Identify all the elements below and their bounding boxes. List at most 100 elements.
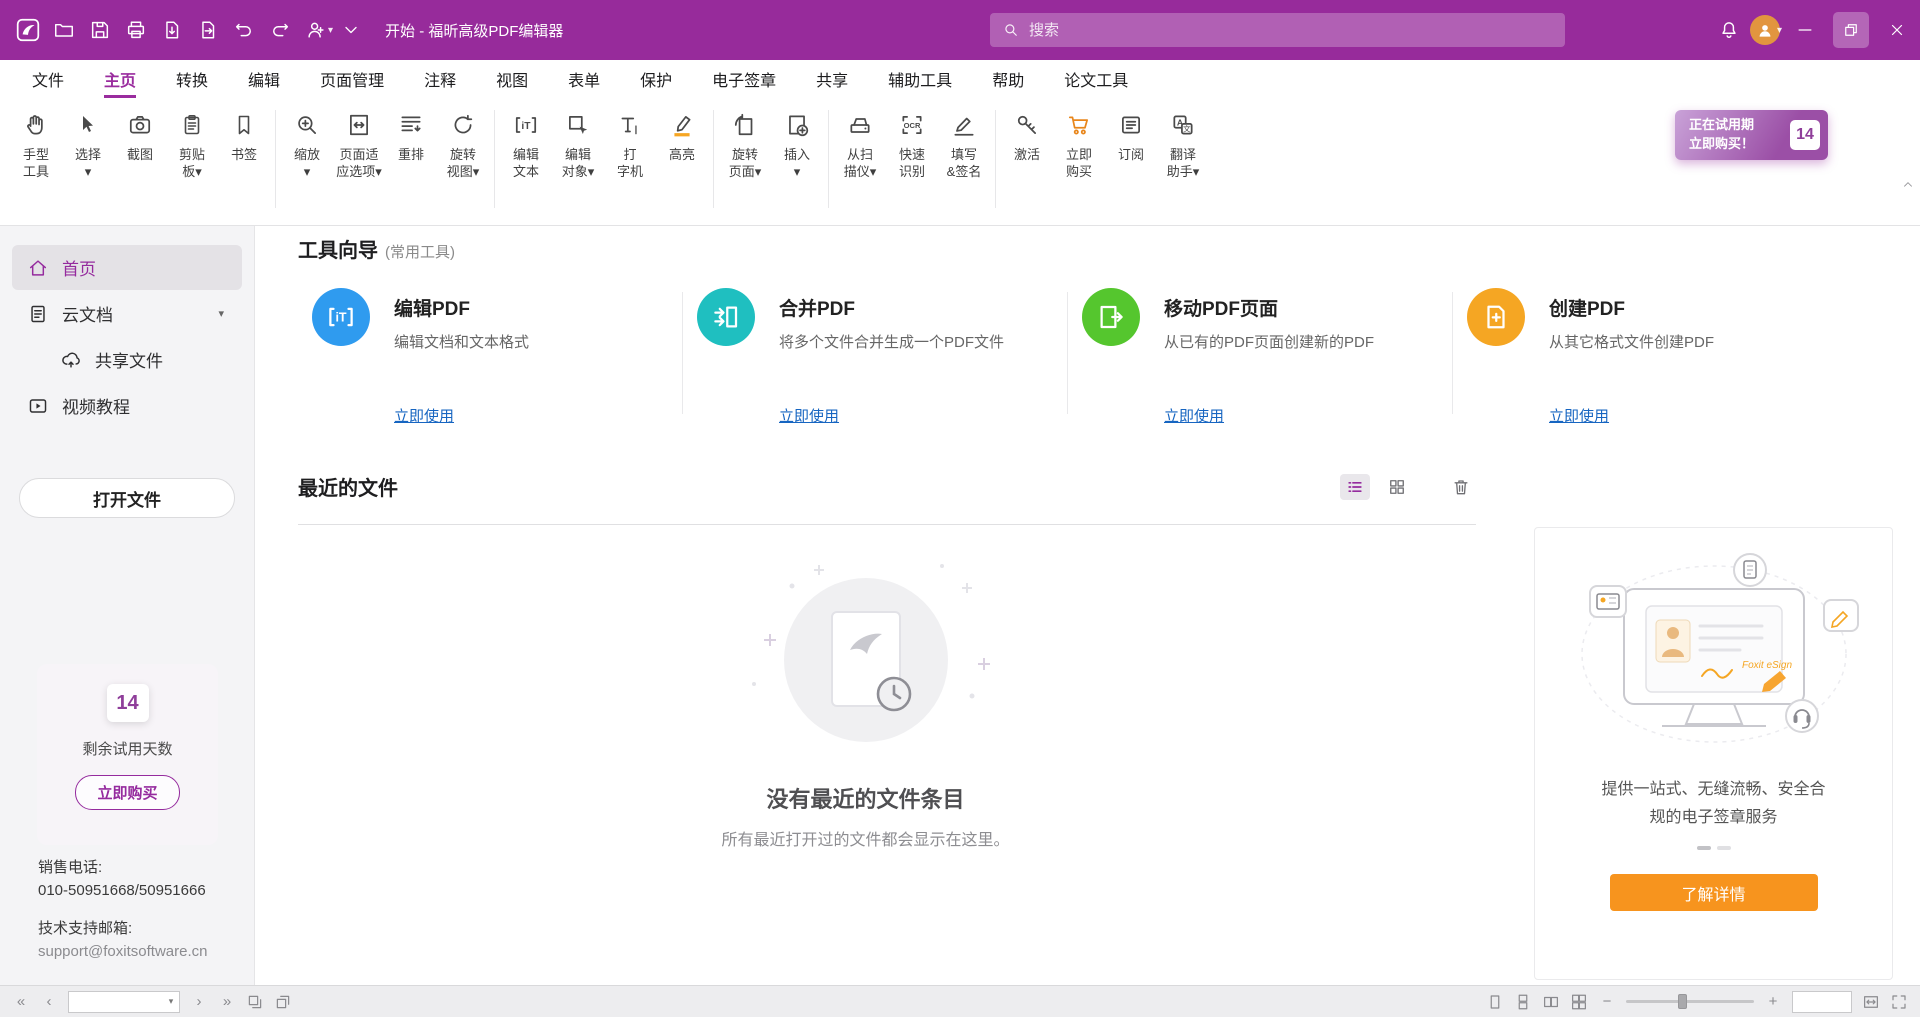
tab-esign[interactable]: 电子签章 — [692, 60, 796, 98]
learn-more-button[interactable]: 了解详情 — [1610, 874, 1818, 911]
next-page-icon[interactable]: › — [190, 993, 208, 1010]
save-icon[interactable] — [82, 12, 118, 48]
support-email-value[interactable]: support@foxitsoftware.cn — [38, 940, 207, 963]
grid-view-button[interactable] — [1382, 474, 1412, 500]
use-now-link[interactable]: 立即使用 — [779, 405, 839, 426]
zoom-in-icon[interactable]: + — [1764, 993, 1782, 1010]
tab-comment[interactable]: 注释 — [404, 60, 476, 98]
page-number-input[interactable] — [69, 994, 163, 1009]
maximize-button[interactable] — [1828, 0, 1874, 60]
list-view-button[interactable] — [1340, 474, 1370, 500]
from-scanner-button[interactable]: 从扫 描仪▾ — [834, 108, 886, 183]
clipboard-button[interactable]: 剪贴 板▾ — [166, 108, 218, 183]
highlight-button[interactable]: 高亮 — [656, 108, 708, 166]
tab-view[interactable]: 视图 — [476, 60, 548, 98]
translate-assistant-button[interactable]: A文 翻译 助手▾ — [1157, 108, 1209, 183]
tab-accessibility[interactable]: 辅助工具 — [868, 60, 972, 98]
tab-protect[interactable]: 保护 — [620, 60, 692, 98]
previous-page-icon[interactable]: ‹ — [40, 993, 58, 1010]
scroll-up-icon[interactable] — [1901, 178, 1915, 197]
tab-form[interactable]: 表单 — [548, 60, 620, 98]
reflow-button[interactable]: 重排 — [385, 108, 437, 166]
tab-paper-tools[interactable]: 论文工具 — [1044, 60, 1148, 98]
zoom-level-box[interactable] — [1792, 991, 1852, 1013]
share-doc-icon[interactable] — [190, 12, 226, 48]
search-input[interactable] — [1029, 22, 1553, 39]
print-icon[interactable] — [118, 12, 154, 48]
snapshot-button[interactable]: 截图 — [114, 108, 166, 166]
bookmark-button[interactable]: 书签 — [218, 108, 270, 166]
card-move-pdf-pages[interactable]: 移动PDF页面 从已有的PDF页面创建新的PDF 立即使用 — [1068, 288, 1452, 428]
open-file-icon[interactable] — [46, 12, 82, 48]
card-edit-pdf[interactable]: iT 编辑PDF 编辑文档和文本格式 立即使用 — [298, 288, 682, 428]
two-page-continuous-view-icon[interactable] — [1570, 993, 1588, 1011]
chevron-down-icon[interactable]: ▾ — [218, 307, 224, 320]
zoom-out-icon[interactable]: − — [1598, 993, 1616, 1010]
insert-pages-button[interactable]: 插入 ▾ — [771, 108, 823, 183]
ribbon-options-icon[interactable] — [333, 12, 369, 48]
tab-file[interactable]: 文件 — [12, 60, 84, 98]
minimize-button[interactable] — [1782, 0, 1828, 60]
carousel-dot-active[interactable] — [1697, 846, 1711, 850]
redo-icon[interactable] — [262, 12, 298, 48]
next-view-icon[interactable] — [274, 993, 292, 1011]
last-page-icon[interactable]: » — [218, 993, 236, 1010]
open-file-button[interactable]: 打开文件 — [19, 478, 235, 518]
use-now-link[interactable]: 立即使用 — [394, 405, 454, 426]
sidebar-item-video-tutorials[interactable]: 视频教程 — [12, 383, 242, 428]
first-page-icon[interactable]: « — [12, 993, 30, 1010]
search-box[interactable] — [990, 13, 1565, 47]
single-page-view-icon[interactable] — [1486, 993, 1504, 1011]
page-number-box[interactable]: ▾ — [68, 991, 180, 1013]
carousel-dots[interactable] — [1697, 846, 1731, 850]
sidebar-item-cloud-docs[interactable]: 云文档 ▾ — [12, 291, 242, 336]
ocr-button[interactable]: OCR 快速 识别 — [886, 108, 938, 183]
subscribe-button[interactable]: 订阅 — [1105, 108, 1157, 166]
fullscreen-icon[interactable] — [1890, 993, 1908, 1011]
export-pdf-icon[interactable] — [154, 12, 190, 48]
rotate-pages-button[interactable]: 旋转 页面▾ — [719, 108, 771, 183]
tab-share[interactable]: 共享 — [796, 60, 868, 98]
select-tool-button[interactable]: 选择 ▾ — [62, 108, 114, 183]
use-now-link[interactable]: 立即使用 — [1164, 405, 1224, 426]
fit-width-icon[interactable] — [1862, 993, 1880, 1011]
buy-now-button[interactable]: 立即 购买 — [1053, 108, 1105, 183]
typewriter-button[interactable]: 打 字机 — [604, 108, 656, 183]
page-fit-button[interactable]: 页面适 应选项▾ — [333, 108, 385, 183]
zoom-slider[interactable] — [1626, 1000, 1754, 1003]
undo-icon[interactable] — [226, 12, 262, 48]
continuous-view-icon[interactable] — [1514, 993, 1532, 1011]
activate-button[interactable]: 激活 — [1001, 108, 1053, 166]
fill-sign-button[interactable]: 填写 &签名 — [938, 108, 990, 183]
zoom-slider-thumb[interactable] — [1678, 994, 1687, 1009]
zoom-button[interactable]: 缩放 ▾ — [281, 108, 333, 183]
rotate-view-button[interactable]: 旋转 视图▾ — [437, 108, 489, 183]
card-desc: 从已有的PDF页面创建新的PDF — [1164, 331, 1374, 352]
carousel-dot[interactable] — [1717, 846, 1731, 850]
titlebar-right: ▾ — [1711, 0, 1920, 60]
buy-now-pill-button[interactable]: 立即购买 — [75, 775, 179, 810]
edit-text-button[interactable]: iT 编辑 文本 — [500, 108, 552, 183]
two-page-view-icon[interactable] — [1542, 993, 1560, 1011]
zoom-level-input[interactable] — [1793, 992, 1851, 1012]
hand-tool-button[interactable]: 手型 工具 — [10, 108, 62, 183]
previous-view-icon[interactable] — [246, 993, 264, 1011]
tab-page-manage[interactable]: 页面管理 — [300, 60, 404, 98]
tab-convert[interactable]: 转换 — [156, 60, 228, 98]
sidebar-item-shared-files[interactable]: 共享文件 — [12, 337, 242, 382]
clear-recent-trash-button[interactable] — [1446, 474, 1476, 500]
notifications-bell-icon[interactable] — [1711, 12, 1747, 48]
edit-object-button[interactable]: 编辑 对象▾ — [552, 108, 604, 183]
card-merge-pdf[interactable]: 合并PDF 将多个文件合并生成一个PDF文件 立即使用 — [683, 288, 1067, 428]
video-icon — [27, 395, 49, 417]
tab-help[interactable]: 帮助 — [972, 60, 1044, 98]
chevron-down-icon[interactable]: ▾ — [163, 996, 179, 1007]
tab-home[interactable]: 主页 — [84, 60, 156, 98]
sidebar-item-home[interactable]: 首页 — [12, 245, 242, 290]
card-create-pdf[interactable]: 创建PDF 从其它格式文件创建PDF 立即使用 — [1453, 288, 1837, 428]
close-button[interactable] — [1874, 0, 1920, 60]
tab-edit[interactable]: 编辑 — [228, 60, 300, 98]
bookmark-icon — [232, 110, 256, 140]
trial-banner[interactable]: 正在试用期 立即购买！ 14 — [1675, 110, 1828, 160]
use-now-link[interactable]: 立即使用 — [1549, 405, 1609, 426]
